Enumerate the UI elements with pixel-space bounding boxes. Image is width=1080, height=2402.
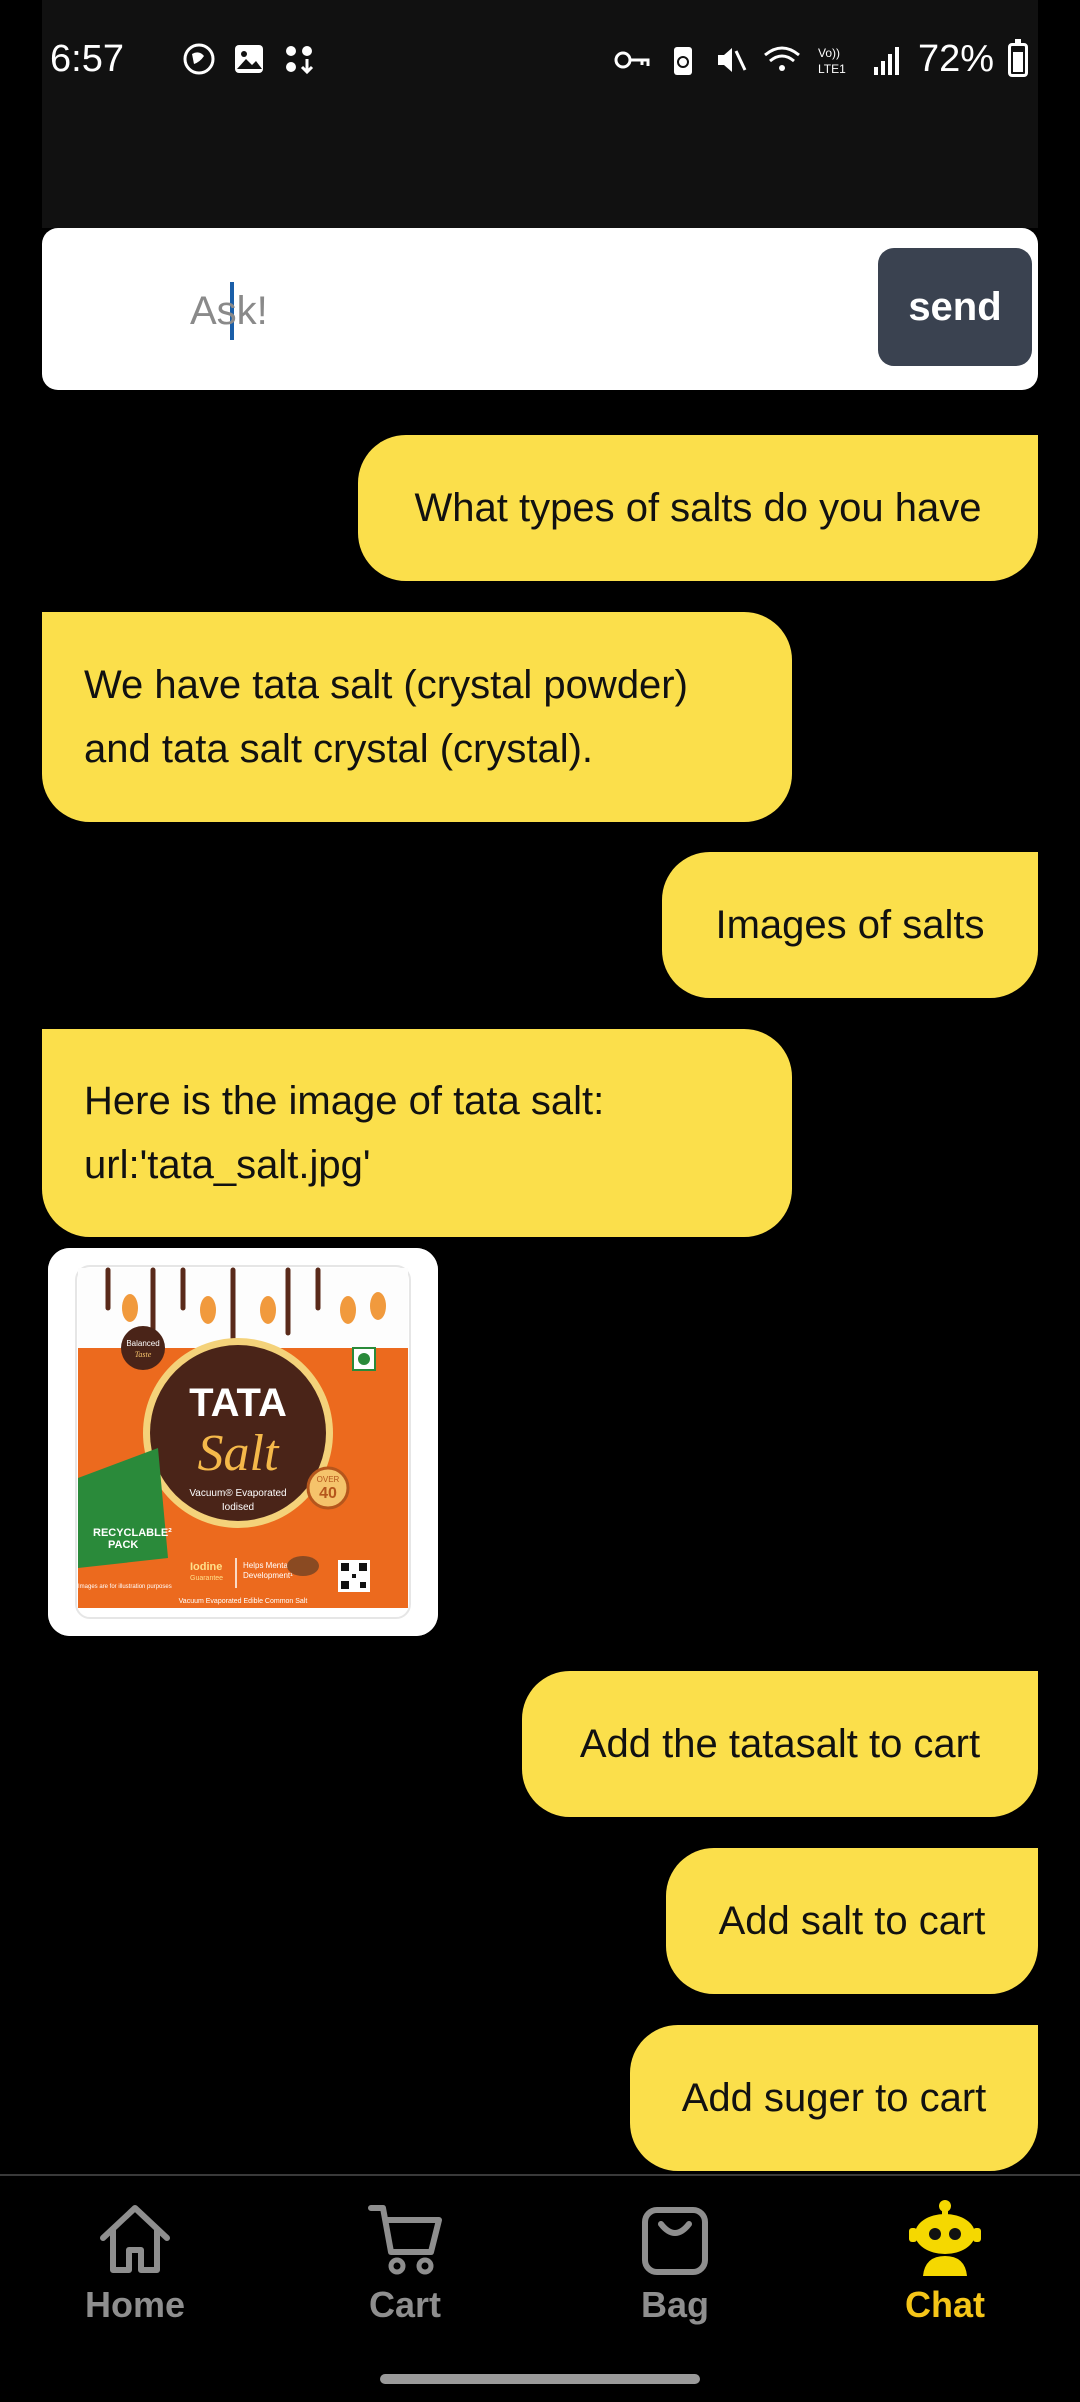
recycle-line1: RECYCLABLE² — [93, 1527, 172, 1539]
message-text: Add salt to cart — [718, 1899, 986, 1943]
user-message: Images of salts — [662, 852, 1038, 998]
bottom-text: Vacuum Evaporated Edible Common Salt — [179, 1598, 308, 1605]
iodine-sub-text: Guarantee — [190, 1575, 223, 1582]
desc-line1: Vacuum® Evaporated — [189, 1488, 286, 1499]
key-icon — [614, 51, 650, 68]
over-num-text: 40 — [319, 1485, 337, 1502]
desc-line2: Iodised — [222, 1502, 254, 1513]
status-bar: 6:57 Vo)) LTE1 72% — [42, 0, 1038, 228]
nav-home[interactable]: Home — [35, 2198, 235, 2326]
ask-bar: send — [42, 228, 1038, 390]
user-message: Add the tatasalt to cart — [522, 1671, 1038, 1817]
tata-salt-pack-image: Balanced Taste TATA Salt Vacuum® Evapora… — [48, 1248, 438, 1636]
product-text: Salt — [198, 1425, 280, 1482]
brand-text: TATA — [189, 1381, 287, 1425]
system-indicators: Vo)) LTE1 72% — [612, 38, 1028, 81]
nav-label: Bag — [640, 2284, 709, 2325]
user-message: Add suger to cart — [630, 2025, 1038, 2171]
over-top-text: OVER — [317, 1475, 340, 1484]
gallery-icon — [235, 45, 263, 73]
bot-message: Here is the image of tata salt: url:'tat… — [42, 1029, 792, 1237]
bottom-nav: Home Cart Bag Chat — [0, 2174, 1080, 2402]
nav-label: Chat — [905, 2284, 985, 2325]
bag-icon — [642, 2207, 708, 2275]
signal-icon — [873, 46, 899, 75]
product-image[interactable]: Balanced Taste TATA Salt Vacuum® Evapora… — [48, 1248, 438, 1636]
battery-icon — [1008, 38, 1028, 77]
message-text: Here is the image of tata salt: url:'tat… — [84, 1079, 605, 1187]
message-text: Add suger to cart — [681, 2076, 987, 2120]
nav-bag[interactable]: Bag — [575, 2198, 775, 2326]
nav-chat[interactable]: Chat — [845, 2198, 1045, 2326]
home-indicator[interactable] — [380, 2374, 700, 2384]
home-icon — [100, 2205, 170, 2273]
iodine-text: Iodine — [190, 1561, 222, 1573]
robot-icon — [909, 2200, 981, 2276]
tiny-text: Images are for illustration purposes — [78, 1584, 172, 1590]
user-message: Add salt to cart — [666, 1848, 1038, 1994]
cart-icon — [368, 2205, 442, 2275]
volte-icon: Vo)) LTE1 — [818, 46, 846, 76]
app-download-icon — [286, 46, 314, 75]
message-text: What types of salts do you have — [414, 486, 982, 530]
nav-label: Cart — [368, 2284, 442, 2325]
wifi-icon — [763, 46, 800, 71]
svg-text:Vo)): Vo)) — [818, 46, 840, 60]
bot-message: We have tata salt (crystal powder) and t… — [42, 612, 792, 822]
mute-icon — [717, 47, 747, 72]
notification-icons — [182, 42, 316, 76]
status-time: 6:57 — [50, 38, 124, 80]
ask-input[interactable] — [188, 278, 892, 344]
message-text: We have tata salt (crystal powder) and t… — [84, 663, 688, 771]
badge-top-text: Balanced — [126, 1339, 159, 1348]
mental-sub-text: Development¹ — [243, 1571, 293, 1580]
recycle-line2: PACK — [108, 1539, 138, 1551]
nav-cart[interactable]: Cart — [305, 2198, 505, 2326]
send-button[interactable]: send — [878, 248, 1032, 366]
vpn-globe-icon — [183, 43, 215, 75]
message-text: Images of salts — [715, 903, 985, 947]
badge-bottom-text: Taste — [135, 1350, 152, 1359]
user-message: What types of salts do you have — [358, 435, 1038, 581]
recycle-battery-icon — [673, 46, 692, 75]
battery-percent: 72% — [917, 38, 994, 80]
nav-label: Home — [84, 2284, 186, 2325]
svg-text:LTE1: LTE1 — [818, 62, 846, 76]
mental-text: Helps Mental — [243, 1561, 290, 1570]
message-text: Add the tatasalt to cart — [579, 1722, 981, 1766]
